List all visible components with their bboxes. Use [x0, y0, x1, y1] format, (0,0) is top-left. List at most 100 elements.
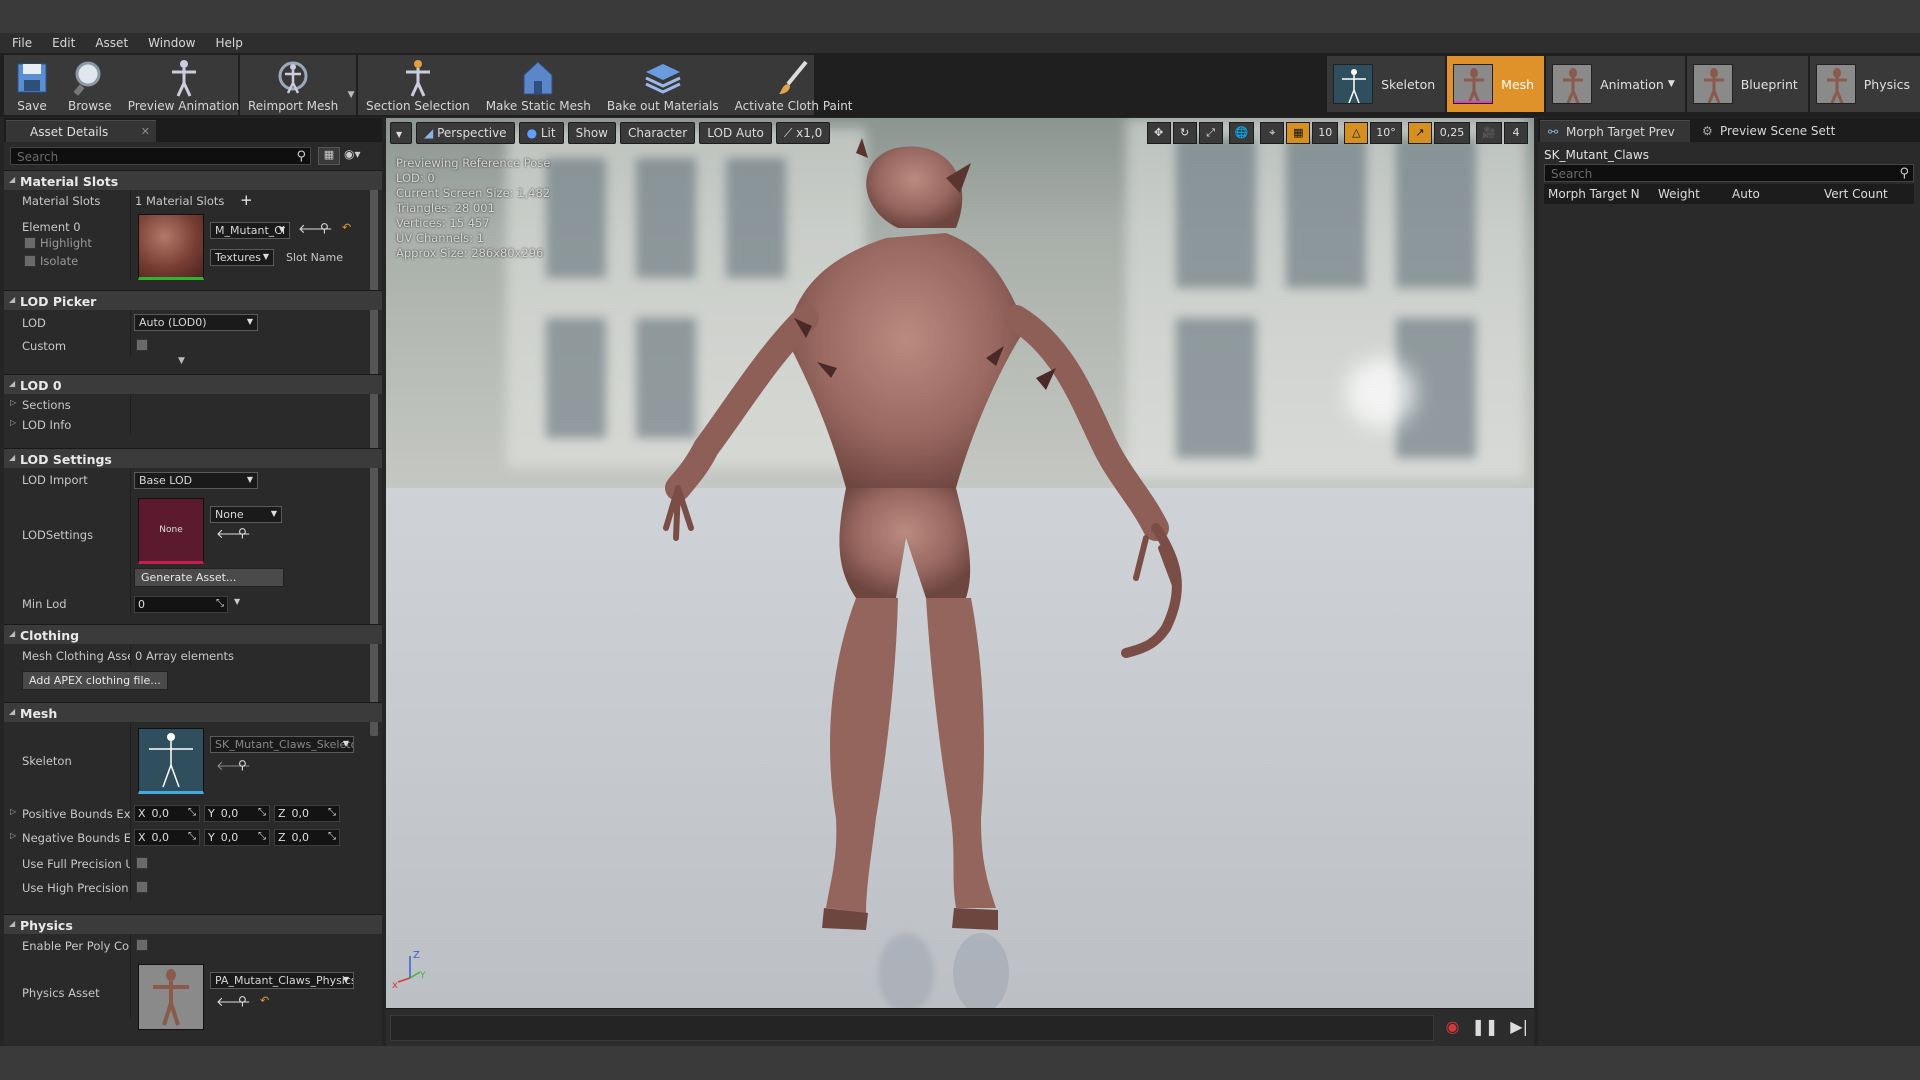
- section-material-slots[interactable]: Material Slots: [4, 170, 382, 190]
- scale-snap-value[interactable]: 0,25: [1433, 122, 1471, 144]
- high-precision-checkbox[interactable]: [136, 881, 148, 893]
- lod-import-combo[interactable]: Base LOD: [134, 472, 258, 489]
- scale-icon[interactable]: ⤢: [1198, 122, 1223, 144]
- lod-info-row[interactable]: ▷ LOD Info: [4, 414, 382, 434]
- mode-skeleton[interactable]: Skeleton: [1327, 56, 1446, 112]
- neg-z-input[interactable]: Z 0,0 ⤡: [274, 829, 340, 846]
- character-button[interactable]: Character: [620, 122, 696, 144]
- mutant-character-mesh[interactable]: [386, 118, 1534, 1008]
- lod-picker-expander[interactable]: ▼: [4, 356, 382, 370]
- section-physics[interactable]: Physics: [4, 914, 382, 934]
- expand-arrow-icon[interactable]: ▷: [10, 831, 16, 840]
- section-mesh[interactable]: Mesh: [4, 702, 382, 722]
- material-thumbnail[interactable]: [138, 214, 204, 280]
- record-icon[interactable]: ◉: [1446, 1017, 1460, 1036]
- generate-asset-button[interactable]: Generate Asset...: [134, 568, 284, 587]
- world-space-icon[interactable]: 🌐: [1228, 122, 1255, 144]
- scale-snap-icon[interactable]: ↗: [1407, 122, 1432, 144]
- col-auto[interactable]: Auto: [1728, 187, 1820, 201]
- reimport-mesh-button[interactable]: Reimport Mesh: [240, 55, 346, 115]
- add-apex-button[interactable]: Add APEX clothing file...: [22, 671, 168, 690]
- lod-combo[interactable]: Auto (LOD0): [134, 314, 258, 331]
- expand-arrow-icon[interactable]: ▷: [10, 418, 16, 427]
- chevron-down-icon[interactable]: ▼: [178, 356, 185, 366]
- perspective-button[interactable]: ◢ Perspective: [416, 122, 515, 144]
- mode-blueprint[interactable]: Blueprint: [1686, 56, 1808, 112]
- rotation-snap-icon[interactable]: △: [1344, 122, 1369, 144]
- per-poly-collision-checkbox[interactable]: [136, 939, 148, 951]
- isolate-checkbox[interactable]: [24, 255, 36, 267]
- full-precision-uv-checkbox[interactable]: [136, 857, 148, 869]
- section-lod-0[interactable]: LOD 0: [4, 374, 382, 394]
- neg-x-input[interactable]: X 0,0 ⤡: [134, 829, 200, 846]
- viewport-options-button[interactable]: ▼: [390, 122, 412, 144]
- surface-snap-icon[interactable]: ⌖: [1260, 122, 1285, 144]
- activate-cloth-paint-button[interactable]: Activate Cloth Paint: [727, 55, 861, 115]
- add-icon[interactable]: +: [240, 191, 253, 209]
- expand-arrow-icon[interactable]: ▷: [10, 398, 16, 407]
- min-lod-input[interactable]: 0 ⤡: [134, 596, 228, 613]
- skeleton-combo[interactable]: SK_Mutant_Claws_Skeleton: [210, 736, 354, 753]
- details-search-input[interactable]: Search ⚲: [10, 147, 311, 165]
- section-selection-button[interactable]: Section Selection: [358, 55, 478, 115]
- grid-snap-value[interactable]: 10: [1312, 122, 1339, 144]
- col-morph-target-name[interactable]: Morph Target N: [1544, 187, 1654, 201]
- preview-viewport[interactable]: ▼ ◢ Perspective ● Lit Show Character LOD…: [386, 118, 1534, 1008]
- lodsettings-combo[interactable]: None: [210, 506, 282, 523]
- physics-asset-combo[interactable]: PA_Mutant_Claws_Physics: [210, 972, 354, 989]
- menu-window[interactable]: Window: [138, 36, 205, 50]
- tab-asset-details[interactable]: Asset Details ✕: [6, 120, 156, 142]
- chevron-down-icon[interactable]: ▼: [234, 597, 240, 606]
- mode-mesh[interactable]: Mesh: [1447, 56, 1545, 112]
- menu-help[interactable]: Help: [205, 36, 252, 50]
- morph-target-search-input[interactable]: Search ⚲: [1544, 164, 1914, 182]
- browse-search-icon[interactable]: ⚲: [238, 994, 247, 1008]
- make-static-mesh-button[interactable]: Make Static Mesh: [478, 55, 599, 115]
- lit-button[interactable]: ● Lit: [518, 122, 564, 144]
- mode-animation[interactable]: Animation ▼: [1546, 56, 1685, 112]
- camera-speed-value[interactable]: 4: [1504, 122, 1528, 144]
- sections-row[interactable]: ▷ Sections: [4, 394, 382, 414]
- mode-physics[interactable]: Physics: [1809, 56, 1920, 112]
- eye-icon[interactable]: ◉▾: [344, 147, 374, 165]
- browse-search-icon[interactable]: ⚲: [320, 221, 329, 235]
- step-forward-icon[interactable]: ▶|: [1510, 1017, 1528, 1036]
- pause-icon[interactable]: ❚❚: [1471, 1017, 1498, 1036]
- textures-combo[interactable]: Textures: [210, 249, 274, 266]
- show-button[interactable]: Show: [567, 122, 616, 144]
- tab-preview-scene-settings[interactable]: ⚙ Preview Scene Sett: [1694, 120, 1844, 142]
- menu-edit[interactable]: Edit: [42, 36, 85, 50]
- section-clothing[interactable]: Clothing: [4, 624, 382, 644]
- browse-search-icon[interactable]: ⚲: [238, 758, 247, 772]
- pos-z-input[interactable]: Z 0,0 ⤡: [274, 805, 340, 822]
- skeleton-thumbnail[interactable]: [138, 728, 204, 794]
- expand-arrow-icon[interactable]: ▷: [10, 807, 16, 816]
- camera-speed-icon[interactable]: 🎥: [1476, 122, 1502, 144]
- custom-checkbox[interactable]: [136, 339, 148, 351]
- menu-asset[interactable]: Asset: [85, 36, 138, 50]
- close-icon[interactable]: ✕: [141, 125, 150, 138]
- translate-icon[interactable]: ✥: [1146, 122, 1171, 144]
- menu-file[interactable]: File: [0, 36, 42, 50]
- grid-snap-icon[interactable]: ▦: [1286, 122, 1311, 144]
- reimport-dropdown[interactable]: ▼: [346, 55, 356, 115]
- lod-auto-button[interactable]: LOD Auto: [699, 122, 772, 144]
- section-lod-picker[interactable]: LOD Picker: [4, 290, 382, 310]
- bake-out-materials-button[interactable]: Bake out Materials: [599, 55, 727, 115]
- browse-search-icon[interactable]: ⚲: [238, 526, 247, 540]
- highlight-checkbox[interactable]: [24, 237, 36, 249]
- lodsettings-thumbnail[interactable]: None: [138, 498, 204, 564]
- playback-speed-button[interactable]: ⟋ x1,0: [775, 122, 831, 144]
- neg-y-input[interactable]: Y 0,0 ⤡: [204, 829, 270, 846]
- col-weight[interactable]: Weight: [1654, 187, 1728, 201]
- rotate-icon[interactable]: ↻: [1172, 122, 1197, 144]
- tab-morph-target-preview[interactable]: ⚯ Morph Target Prev: [1540, 120, 1690, 142]
- physics-asset-thumbnail[interactable]: [138, 964, 204, 1030]
- reset-arrow-icon[interactable]: ↶: [260, 994, 269, 1007]
- section-lod-settings[interactable]: LOD Settings: [4, 448, 382, 468]
- pos-x-input[interactable]: X 0,0 ⤡: [134, 805, 200, 822]
- save-button[interactable]: Save: [4, 55, 60, 115]
- preview-animation-button[interactable]: Preview Animation: [120, 55, 248, 115]
- mode-animation-dropdown[interactable]: ▼: [1668, 79, 1675, 89]
- rotation-snap-value[interactable]: 10°: [1370, 122, 1402, 144]
